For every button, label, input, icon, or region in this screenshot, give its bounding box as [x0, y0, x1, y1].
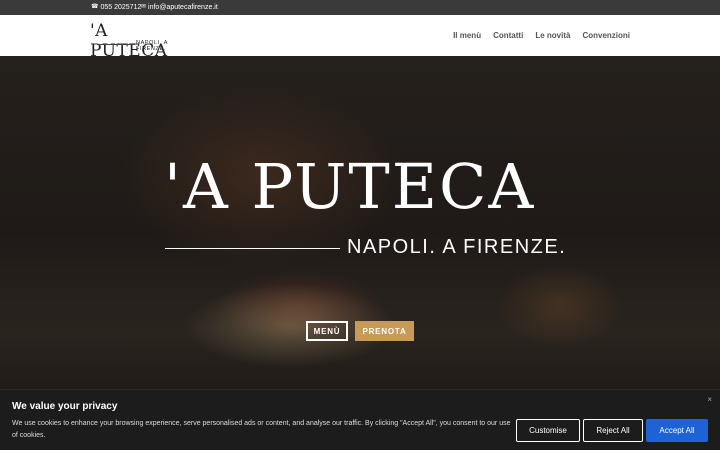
logo-divider [97, 44, 135, 45]
accept-all-button[interactable]: Accept All [646, 419, 708, 442]
hero-title: 'A PUTECA [164, 150, 536, 223]
cookie-banner: We value your privacy We use cookies to … [0, 389, 720, 450]
nav-item-novita[interactable]: Le novità [535, 31, 570, 40]
email-address: info@aputecafirenze.it [148, 4, 218, 11]
top-bar: ☎ 055 2025712 ✉ info@aputecafirenze.it [0, 0, 720, 15]
site-header: 'A PUTECA NAPOLI. A FIRENZE. Il menù Con… [0, 15, 720, 61]
logo[interactable]: 'A PUTECA NAPOLI. A FIRENZE. [90, 21, 190, 61]
customise-button[interactable]: Customise [516, 419, 580, 442]
hero-subtitle: NAPOLI. A FIRENZE. [347, 236, 567, 258]
hero-divider [165, 248, 340, 249]
email-link[interactable]: ✉ info@aputecafirenze.it [141, 0, 218, 15]
logo-subtitle: NAPOLI. A FIRENZE. [136, 40, 168, 52]
nav-item-menu[interactable]: Il menù [453, 31, 481, 40]
close-icon[interactable]: × [707, 395, 712, 404]
phone-link[interactable]: ☎ 055 2025712 [91, 0, 141, 15]
cookie-title: We value your privacy [12, 401, 118, 412]
nav-item-convenzioni[interactable]: Convenzioni [582, 31, 630, 40]
cookie-text: We use cookies to enhance your browsing … [12, 420, 511, 439]
phone-number: 055 2025712 [100, 4, 142, 11]
reject-all-button[interactable]: Reject All [583, 419, 643, 442]
nav-item-contatti[interactable]: Contatti [493, 31, 523, 40]
menu-button[interactable]: MENÙ [306, 321, 348, 341]
phone-icon: ☎ [91, 4, 99, 10]
prenota-button[interactable]: PRENOTA [355, 321, 414, 341]
main-nav: Il menù Contatti Le novità Convenzioni [453, 15, 630, 56]
envelope-icon: ✉ [141, 4, 147, 10]
